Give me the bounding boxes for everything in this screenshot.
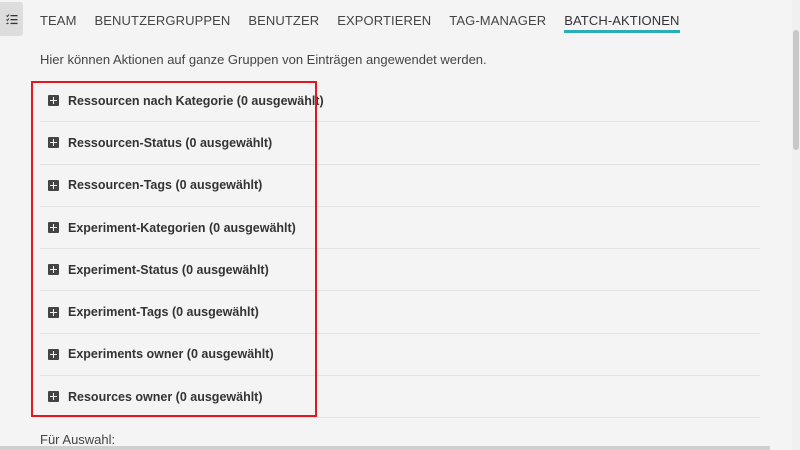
tab-batch-aktionen[interactable]: BATCH-AKTIONEN — [564, 0, 680, 36]
expand-plus-icon[interactable] — [48, 264, 59, 276]
expand-plus-icon[interactable] — [48, 348, 59, 360]
checklist-icon — [5, 13, 18, 25]
tab-benutzer[interactable]: BENUTZER — [248, 0, 319, 36]
group-experiments-owner[interactable]: Experiments owner (0 ausgewählt) — [40, 334, 760, 377]
horizontal-scrollbar[interactable] — [0, 446, 770, 450]
group-label: Ressourcen-Tags (0 ausgewählt) — [68, 178, 263, 193]
tab-tag-manager[interactable]: TAG-MANAGER — [449, 0, 546, 36]
group-label: Ressourcen-Status (0 ausgewählt) — [68, 135, 273, 150]
vertical-scrollbar[interactable] — [792, 0, 800, 450]
group-label: Experiments owner (0 ausgewählt) — [68, 347, 274, 362]
group-label: Resources owner (0 ausgewählt) — [68, 389, 263, 404]
intro-text: Hier können Aktionen auf ganze Gruppen v… — [40, 52, 487, 67]
tab-bar: TEAM BENUTZERGRUPPEN BENUTZER EXPORTIERE… — [40, 0, 698, 36]
scrollbar-thumb[interactable] — [793, 30, 799, 150]
tab-team[interactable]: TEAM — [40, 0, 77, 36]
group-experiment-kategorien[interactable]: Experiment-Kategorien (0 ausgewählt) — [40, 207, 760, 250]
selection-label: Für Auswahl: — [40, 432, 116, 447]
expand-plus-icon[interactable] — [48, 95, 59, 107]
expand-plus-icon[interactable] — [48, 222, 59, 234]
expand-plus-icon[interactable] — [48, 391, 59, 403]
sidebar-toggle-button[interactable] — [0, 2, 23, 36]
group-label: Ressourcen nach Kategorie (0 ausgewählt) — [68, 93, 324, 108]
group-ressourcen-tags[interactable]: Ressourcen-Tags (0 ausgewählt) — [40, 165, 760, 207]
group-resources-owner[interactable]: Resources owner (0 ausgewählt) — [40, 376, 760, 419]
group-ressourcen-kategorie[interactable]: Ressourcen nach Kategorie (0 ausgewählt) — [40, 80, 760, 123]
group-label: Experiment-Kategorien (0 ausgewählt) — [68, 220, 296, 235]
group-experiment-tags[interactable]: Experiment-Tags (0 ausgewählt) — [40, 291, 760, 334]
group-experiment-status[interactable]: Experiment-Status (0 ausgewählt) — [40, 249, 760, 292]
batch-group-list: Ressourcen nach Kategorie (0 ausgewählt)… — [40, 80, 760, 419]
expand-plus-icon[interactable] — [48, 179, 59, 191]
group-ressourcen-status[interactable]: Ressourcen-Status (0 ausgewählt) — [40, 122, 760, 165]
expand-plus-icon[interactable] — [48, 306, 59, 318]
group-label: Experiment-Status (0 ausgewählt) — [68, 262, 269, 277]
tab-benutzergruppen[interactable]: BENUTZERGRUPPEN — [95, 0, 231, 36]
group-label: Experiment-Tags (0 ausgewählt) — [68, 305, 259, 320]
expand-plus-icon[interactable] — [48, 137, 59, 149]
tab-exportieren[interactable]: EXPORTIEREN — [337, 0, 431, 36]
